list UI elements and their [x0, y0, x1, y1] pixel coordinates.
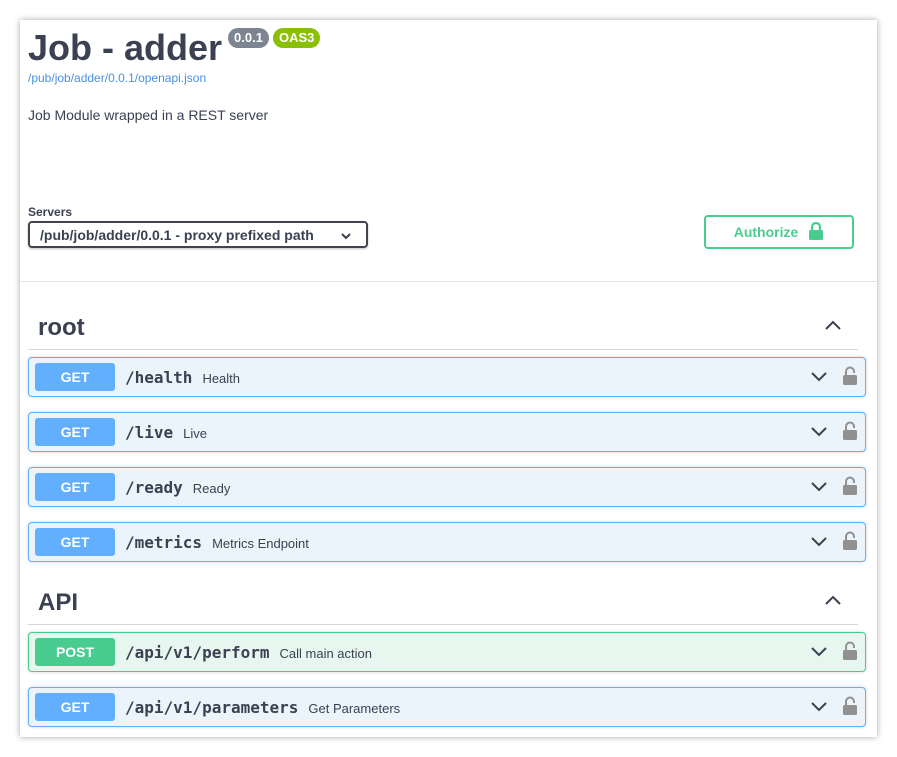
servers-select[interactable]: /pub/job/adder/0.0.1 - proxy prefixed pa…: [28, 221, 368, 248]
chevron-down-icon[interactable]: [810, 535, 828, 553]
openapi-spec-link[interactable]: /pub/job/adder/0.0.1/openapi.json: [28, 71, 206, 85]
api-title: Job - adder: [28, 27, 223, 68]
operation-path: /health: [125, 368, 193, 387]
method-badge: GET: [35, 528, 115, 556]
operation-get-health[interactable]: GET /health Health: [28, 357, 866, 397]
tag-name: root: [38, 314, 85, 341]
operation-get-parameters[interactable]: GET /api/v1/parameters Get Parameters: [28, 687, 866, 727]
chevron-down-icon: [340, 229, 352, 245]
operation-summary: Health: [202, 371, 241, 386]
method-badge: GET: [35, 363, 115, 391]
unlock-icon[interactable]: [843, 531, 857, 556]
tag-name: API: [38, 589, 79, 616]
chevron-down-icon[interactable]: [810, 700, 828, 718]
operation-path: /api/v1/parameters: [125, 698, 299, 717]
unlock-icon[interactable]: [843, 696, 857, 721]
oas-badge: OAS3: [272, 28, 321, 48]
operation-get-metrics[interactable]: GET /metrics Metrics Endpoint: [28, 522, 866, 562]
tag-header-api[interactable]: API: [28, 579, 858, 625]
unlock-icon[interactable]: [843, 366, 857, 391]
operation-get-live[interactable]: GET /live Live: [28, 412, 866, 452]
api-description: Job Module wrapped in a REST server: [28, 107, 269, 123]
operation-summary: Metrics Endpoint: [212, 536, 309, 551]
operation-summary: Get Parameters: [308, 701, 401, 716]
unlock-icon[interactable]: [843, 476, 857, 501]
unlock-icon[interactable]: [843, 421, 857, 446]
operation-summary: Ready: [192, 481, 231, 496]
operation-get-ready[interactable]: GET /ready Ready: [28, 467, 866, 507]
operation-path: /metrics: [125, 533, 203, 552]
chevron-down-icon[interactable]: [810, 645, 828, 663]
api-title-row: Job - adder 0.0.1 OAS3: [28, 26, 321, 70]
servers-label: Servers: [28, 205, 73, 219]
chevron-down-icon[interactable]: [810, 425, 828, 443]
method-badge: GET: [35, 473, 115, 501]
operation-path: /api/v1/perform: [125, 643, 270, 662]
method-badge: GET: [35, 693, 115, 721]
chevron-up-icon[interactable]: [824, 593, 842, 611]
chevron-down-icon[interactable]: [810, 480, 828, 498]
operation-post-perform[interactable]: POST /api/v1/perform Call main action: [28, 632, 866, 672]
chevron-up-icon[interactable]: [824, 318, 842, 336]
operation-path: /ready: [125, 478, 183, 497]
method-badge: GET: [35, 418, 115, 446]
authorize-label: Authorize: [733, 224, 799, 240]
header-divider: [20, 281, 877, 282]
method-badge: POST: [35, 638, 115, 666]
operation-path: /live: [125, 423, 174, 442]
operation-summary: Call main action: [279, 646, 373, 661]
authorize-button[interactable]: Authorize: [704, 215, 854, 249]
unlock-icon[interactable]: [843, 641, 857, 666]
tag-header-root[interactable]: root: [28, 304, 858, 350]
version-badge: 0.0.1: [228, 28, 269, 48]
servers-selected-value: /pub/job/adder/0.0.1 - proxy prefixed pa…: [40, 226, 314, 243]
operation-summary: Live: [183, 426, 208, 441]
lock-icon: [808, 221, 824, 244]
swagger-container: Job - adder 0.0.1 OAS3 /pub/job/adder/0.…: [20, 20, 877, 737]
chevron-down-icon[interactable]: [810, 370, 828, 388]
